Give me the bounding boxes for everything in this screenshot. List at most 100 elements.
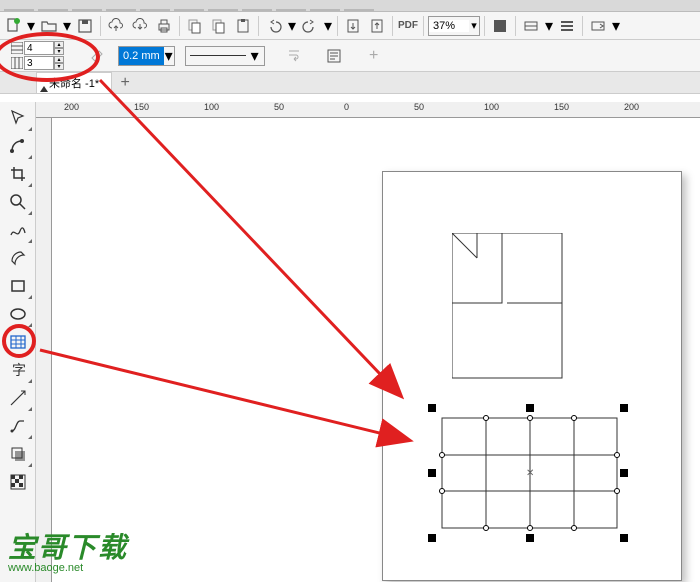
ruler-tick: 150 <box>554 102 569 112</box>
freehand-tool[interactable] <box>3 216 33 244</box>
outline-width-combo[interactable]: 0.2 mm ▾ <box>118 46 175 66</box>
fullscreen-button[interactable] <box>489 15 511 37</box>
cut-button[interactable] <box>184 15 206 37</box>
cols-down[interactable]: ▾ <box>54 63 64 70</box>
horizontal-ruler[interactable]: 200 150 100 50 0 50 100 150 200 <box>36 102 700 118</box>
zoom-dropdown[interactable]: ▾ <box>469 19 479 32</box>
redo-dropdown[interactable]: ▾ <box>323 16 333 36</box>
open-dropdown[interactable]: ▾ <box>62 16 72 36</box>
transparency-tool[interactable] <box>3 468 33 496</box>
watermark-title: 宝哥下载 <box>8 526 128 566</box>
snap-dropdown[interactable]: ▾ <box>544 16 554 36</box>
ruler-tick: 100 <box>204 102 219 112</box>
selection-handle-mr[interactable] <box>620 469 628 477</box>
zoom-tool[interactable] <box>3 188 33 216</box>
save-button[interactable] <box>74 15 96 37</box>
open-button[interactable] <box>38 15 60 37</box>
pick-tool[interactable] <box>3 104 33 132</box>
selection-handle-bl[interactable] <box>428 534 436 542</box>
col-divider-handle[interactable] <box>527 525 533 531</box>
tab-indicator-icon <box>38 84 50 96</box>
add-document-tab[interactable]: + <box>114 73 136 93</box>
selection-handle-bm[interactable] <box>526 534 534 542</box>
cols-input[interactable] <box>24 56 54 70</box>
launch-dropdown[interactable]: ▾ <box>611 16 621 36</box>
selection-center-icon: ✕ <box>526 468 534 479</box>
row-divider-handle[interactable] <box>439 488 445 494</box>
artistic-media-tool[interactable] <box>3 244 33 272</box>
toolbox: 字 <box>0 102 36 582</box>
add-button[interactable]: + <box>363 45 385 67</box>
redo-button[interactable] <box>299 15 321 37</box>
col-divider-handle[interactable] <box>527 415 533 421</box>
svg-text:字: 字 <box>12 362 26 378</box>
new-dropdown[interactable]: ▾ <box>26 16 36 36</box>
col-divider-handle[interactable] <box>571 415 577 421</box>
cloud-upload-button[interactable] <box>105 15 127 37</box>
undo-button[interactable] <box>263 15 285 37</box>
text-options-button[interactable] <box>323 45 345 67</box>
table-tool[interactable] <box>3 328 33 356</box>
export-button[interactable] <box>366 15 388 37</box>
rectangle-tool[interactable] <box>3 272 33 300</box>
ruler-tick: 50 <box>414 102 424 112</box>
cols-icon <box>10 56 24 70</box>
undo-dropdown[interactable]: ▾ <box>287 16 297 36</box>
row-divider-handle[interactable] <box>439 452 445 458</box>
outline-style-combo[interactable]: ▾ <box>185 46 265 66</box>
copy-button[interactable] <box>208 15 230 37</box>
table-dimensions: ▴▾ ▴▾ <box>10 41 64 70</box>
crop-tool[interactable] <box>3 160 33 188</box>
ruler-tick: 150 <box>134 102 149 112</box>
document-tabs: 未命名 -1* + <box>0 72 700 94</box>
selection-handle-tr[interactable] <box>620 404 628 412</box>
outline-style-preview <box>190 55 246 56</box>
drop-shadow-tool[interactable] <box>3 440 33 468</box>
ruler-tick: 0 <box>344 102 349 112</box>
connector-tool[interactable] <box>3 412 33 440</box>
outline-style-dropdown[interactable]: ▾ <box>250 46 260 66</box>
print-button[interactable] <box>153 15 175 37</box>
pdf-button[interactable]: PDF <box>397 15 419 37</box>
col-divider-handle[interactable] <box>483 415 489 421</box>
import-button[interactable] <box>342 15 364 37</box>
rows-down[interactable]: ▾ <box>54 48 64 55</box>
selection-handle-tl[interactable] <box>428 404 436 412</box>
outline-width-dropdown[interactable]: ▾ <box>164 46 174 66</box>
edit-fill-button[interactable] <box>86 45 108 67</box>
ellipse-tool[interactable] <box>3 300 33 328</box>
col-divider-handle[interactable] <box>483 525 489 531</box>
selection-handle-ml[interactable] <box>428 469 436 477</box>
rows-icon <box>10 41 24 55</box>
ruler-tick: 200 <box>624 102 639 112</box>
zoom-input[interactable] <box>429 20 469 32</box>
selection-handle-br[interactable] <box>620 534 628 542</box>
text-tool[interactable]: 字 <box>3 356 33 384</box>
options-button[interactable] <box>556 15 578 37</box>
row-divider-handle[interactable] <box>614 452 620 458</box>
row-divider-handle[interactable] <box>614 488 620 494</box>
new-button[interactable] <box>2 15 24 37</box>
rows-input[interactable] <box>24 41 54 55</box>
ruler-tick: 200 <box>64 102 79 112</box>
vertical-ruler[interactable] <box>36 118 52 582</box>
shape-tool[interactable] <box>3 132 33 160</box>
launch-button[interactable] <box>587 15 609 37</box>
col-divider-handle[interactable] <box>571 525 577 531</box>
selection-handle-tm[interactable] <box>526 404 534 412</box>
workspace: 200 150 100 50 0 50 100 150 200 <box>36 102 700 582</box>
ruler-tick: 100 <box>484 102 499 112</box>
ruler-tick: 50 <box>274 102 284 112</box>
drawing-rectangles <box>452 233 582 383</box>
cols-up[interactable]: ▴ <box>54 56 64 63</box>
dimension-tool[interactable] <box>3 384 33 412</box>
rows-up[interactable]: ▴ <box>54 41 64 48</box>
standard-toolbar: ▾ ▾ ▾ ▾ PDF ▾ ▾ ▾ <box>0 12 700 40</box>
cloud-download-button[interactable] <box>129 15 151 37</box>
menu-bar <box>0 0 700 12</box>
wrap-text-button[interactable] <box>283 45 305 67</box>
canvas[interactable]: ✕ <box>52 118 700 582</box>
snap-button[interactable] <box>520 15 542 37</box>
paste-button[interactable] <box>232 15 254 37</box>
zoom-combo[interactable]: ▾ <box>428 16 480 36</box>
